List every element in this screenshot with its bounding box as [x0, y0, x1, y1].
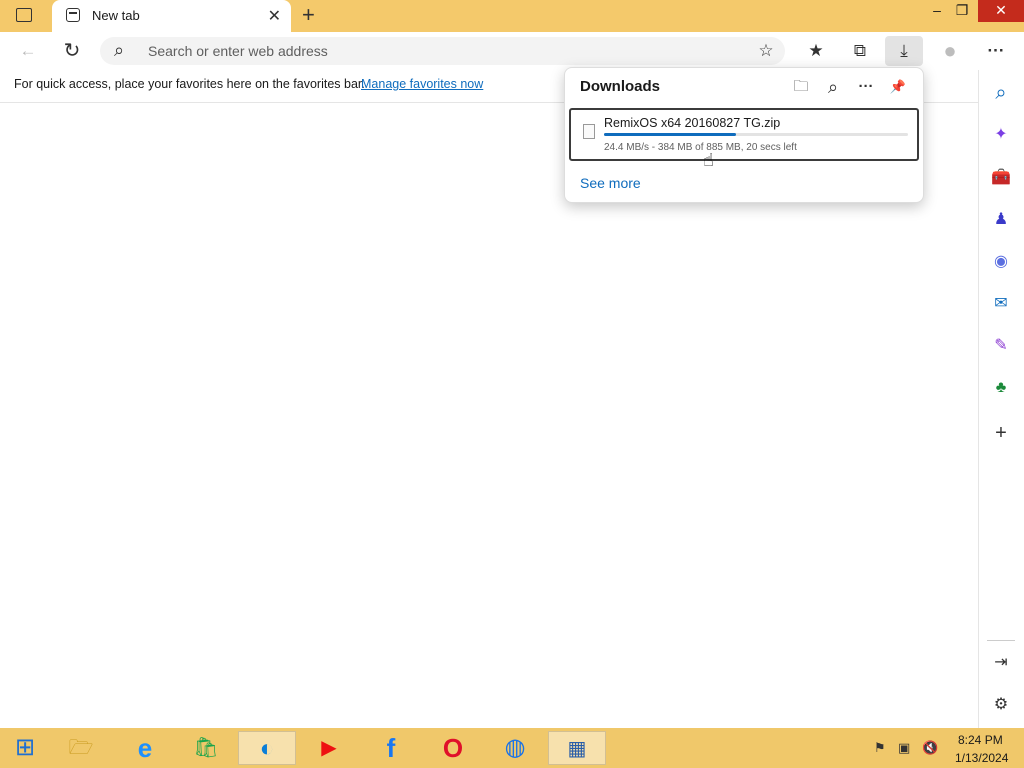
downloads-title: Downloads — [580, 78, 661, 95]
chrome-icon[interactable]: ◍ — [493, 731, 537, 765]
youtube-icon[interactable]: ▶ — [307, 731, 351, 765]
tab-new-tab[interactable]: New tab ✕ — [52, 0, 291, 32]
collections-button[interactable]: ⧉ — [847, 38, 873, 64]
opera-icon[interactable]: O — [431, 731, 475, 765]
pin-icon[interactable]: 📌 — [887, 76, 909, 98]
profile-avatar[interactable]: ● — [937, 38, 963, 64]
settings-more-button[interactable]: ··· — [983, 38, 1009, 64]
clock-time[interactable]: 8:24 PM — [958, 733, 1003, 747]
add-favorite-icon[interactable]: ☆ — [753, 38, 779, 64]
tab-close-icon[interactable]: ✕ — [268, 6, 281, 26]
manage-favorites-link[interactable]: Manage favorites now — [361, 77, 483, 91]
hand-cursor-icon: ☝ — [703, 150, 714, 170]
sidebar-settings-icon[interactable]: ⚙ — [989, 693, 1013, 717]
favorites-button[interactable]: ★ — [803, 38, 829, 64]
download-progress-fill — [604, 133, 736, 136]
downloads-more-icon[interactable]: ··· — [855, 76, 877, 98]
favorites-bar-message: For quick access, place your favorites h… — [14, 77, 365, 91]
file-icon — [583, 124, 595, 139]
download-status: 24.4 MB/s - 384 MB of 885 MB, 20 secs le… — [604, 142, 797, 153]
search-icon: ⌕ — [114, 40, 125, 60]
file-explorer-icon[interactable]: 🗁 — [59, 731, 103, 765]
see-more-link[interactable]: See more — [580, 175, 641, 191]
address-input[interactable]: Search or enter web address — [148, 43, 328, 59]
action-center-flag-icon[interactable]: ⚑ — [874, 740, 886, 756]
sidebar-divider — [987, 640, 1015, 641]
copilot-icon[interactable]: ✦ — [989, 123, 1013, 147]
back-button[interactable]: ← — [15, 38, 41, 64]
network-icon[interactable]: ▣ — [898, 740, 910, 756]
downloads-search-icon[interactable]: ⌕ — [822, 76, 844, 98]
add-sidebar-app-icon[interactable]: + — [989, 421, 1013, 445]
downloads-button[interactable]: ⤓ — [885, 36, 923, 66]
sidebar-search-icon[interactable]: ⌕ — [989, 81, 1013, 105]
new-tab-button[interactable]: + — [302, 2, 315, 28]
split-screen-icon[interactable]: ⇥ — [989, 651, 1013, 675]
refresh-button[interactable]: ↻ — [59, 38, 85, 64]
clock-date[interactable]: 1/13/2024 — [955, 751, 1008, 765]
tree-icon[interactable]: ♣ — [989, 376, 1013, 400]
start-button[interactable]: ⊞ — [3, 731, 47, 765]
designer-icon[interactable]: ✎ — [989, 334, 1013, 358]
restore-button[interactable]: ❐ — [947, 0, 977, 22]
new-tab-page-icon — [66, 8, 80, 22]
server-manager-icon[interactable]: ▦ — [548, 731, 606, 765]
edge-taskbar-icon[interactable]: ◐ — [238, 731, 296, 765]
outlook-icon[interactable]: ✉ — [989, 292, 1013, 316]
tab-actions-icon[interactable] — [16, 8, 32, 22]
internet-explorer-icon[interactable]: e — [123, 731, 167, 765]
close-window-button[interactable]: ✕ — [978, 0, 1024, 22]
store-icon[interactable]: 🛍 — [184, 731, 228, 765]
microsoft-365-icon[interactable]: ◉ — [989, 250, 1013, 274]
volume-muted-icon[interactable]: 🔇 — [922, 740, 938, 756]
games-icon[interactable]: ♟ — [989, 208, 1013, 232]
facebook-icon[interactable]: f — [369, 731, 413, 765]
tab-title: New tab — [92, 8, 140, 23]
download-filename[interactable]: RemixOS x64 20160827 TG.zip — [604, 116, 780, 130]
open-folder-icon[interactable]: 🗀 — [790, 76, 812, 98]
shopping-icon[interactable]: 🧰 — [989, 166, 1013, 190]
